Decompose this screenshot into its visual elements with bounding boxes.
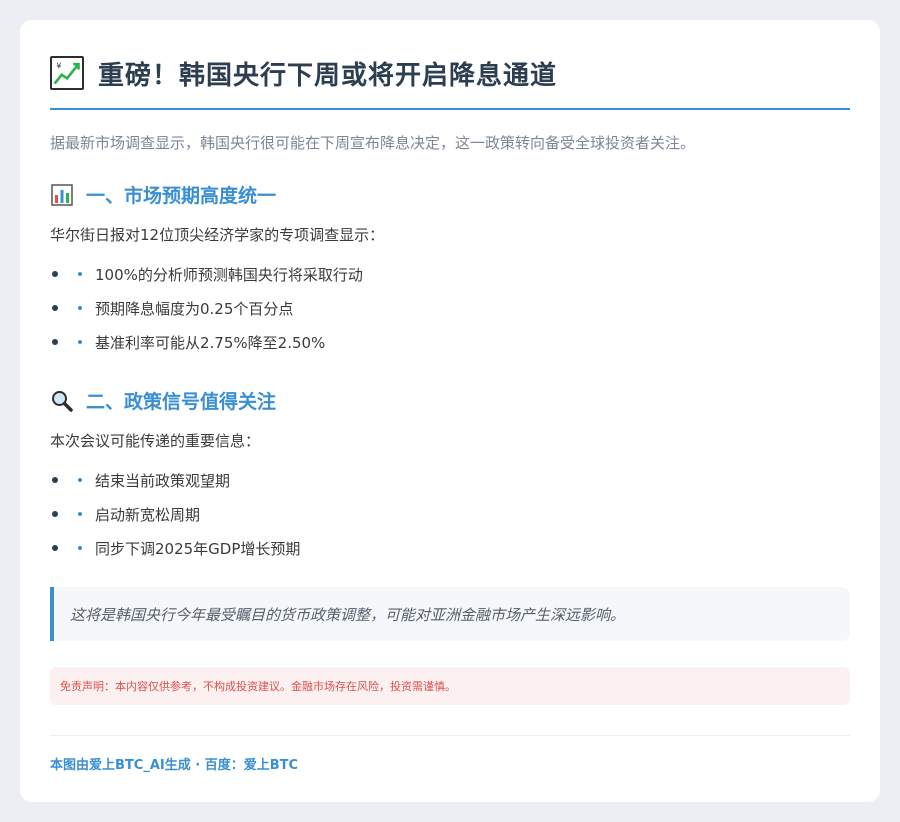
section-lead: 华尔街日报对12位顶尖经济学家的专项调查显示： [50, 226, 385, 244]
list-item: 启动新宽松周期 [50, 497, 850, 531]
list-item-text: 基准利率可能从2.75%降至2.50% [95, 333, 326, 352]
list-item: 基准利率可能从2.75%降至2.50% [50, 325, 850, 359]
list-item-text: 同步下调2025年GDP增长预期 [95, 539, 301, 558]
intro-text: 据最新市场调查显示，韩国央行很可能在下周宣布降息决定，这一政策转向备受全球投资者… [50, 134, 696, 152]
bar-chart-icon [50, 183, 74, 207]
section-title: 一、市场预期高度统一 [86, 185, 277, 207]
chart-increasing-icon: ¥ [50, 56, 84, 90]
disclaimer-box: 免责声明：本内容仅供参考，不构成投资建议。金融市场存在风险，投资需谨慎。 [50, 667, 850, 705]
list-item-text: 100%的分析师预测韩国央行将采取行动 [95, 265, 363, 284]
list-item-text: 预期降息幅度为0.25个百分点 [95, 299, 294, 318]
section-lead: 本次会议可能传递的重要信息： [50, 432, 261, 450]
list-item: 同步下调2025年GDP增长预期 [50, 531, 850, 565]
page-title: 重磅！韩国央行下周或将开启降息通道 [98, 60, 558, 91]
section-1-heading: 一、市场预期高度统一 [50, 181, 850, 208]
list-item: 100%的分析师预测韩国央行将采取行动 [50, 257, 850, 291]
magnifier-icon [50, 389, 74, 413]
list-item: 预期降息幅度为0.25个百分点 [50, 291, 850, 325]
list-item-text: 结束当前政策观望期 [95, 471, 231, 490]
bullet-list: 结束当前政策观望期 启动新宽松周期 同步下调2025年GDP增长预期 [50, 463, 850, 565]
title-row: ¥ 重磅！韩国央行下周或将开启降息通道 [50, 20, 850, 110]
footer-divider [50, 735, 850, 736]
bullet-list: 100%的分析师预测韩国央行将采取行动 预期降息幅度为0.25个百分点 基准利率… [50, 257, 850, 359]
section-2-heading: 二、政策信号值得关注 [50, 387, 850, 414]
article-card: ¥ 重磅！韩国央行下周或将开启降息通道 据最新市场调查显示，韩国央行很可能在下周… [20, 20, 880, 802]
footer-credit: 本图由爱上BTC_AI生成 · 百度：爱上BTC [50, 758, 299, 773]
section-title: 二、政策信号值得关注 [86, 391, 277, 413]
highlight-quote: 这将是韩国央行今年最受瞩目的货币政策调整，可能对亚洲金融市场产生深远影响。 [50, 587, 850, 641]
svg-text:¥: ¥ [56, 62, 61, 71]
list-item: 结束当前政策观望期 [50, 463, 850, 497]
list-item-text: 启动新宽松周期 [95, 505, 201, 524]
